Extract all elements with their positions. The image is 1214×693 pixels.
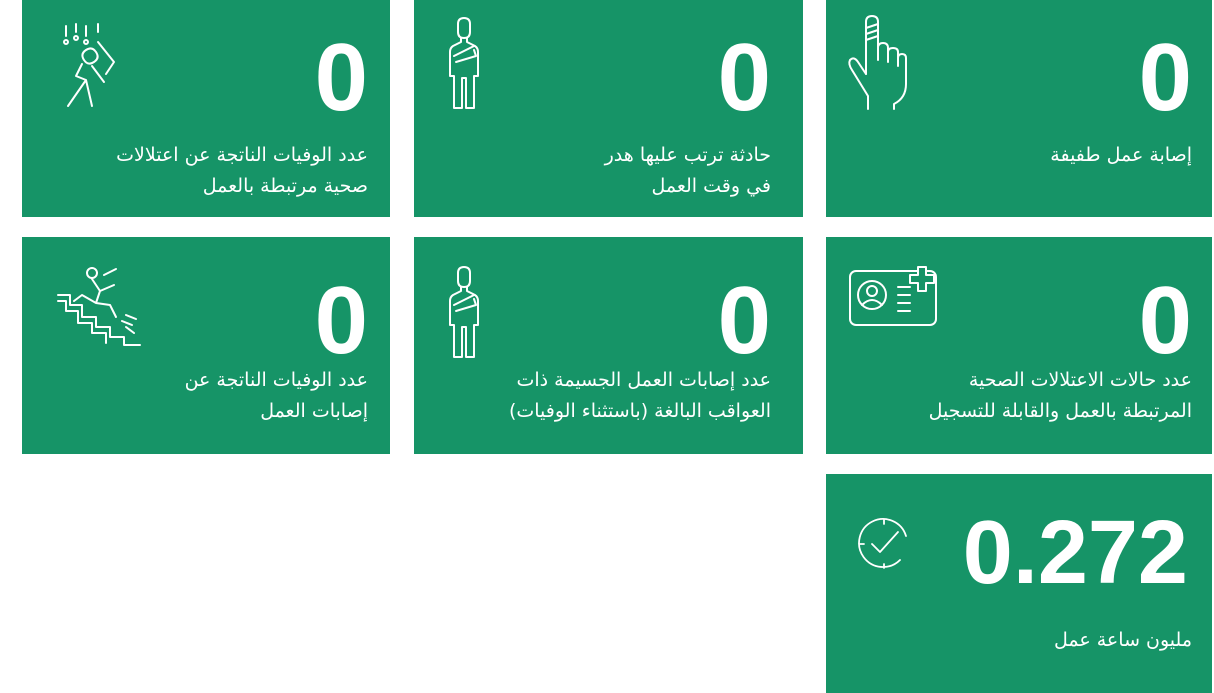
medical-id-card-icon bbox=[848, 265, 944, 329]
kpi-label-line: مليون ساعة عمل bbox=[1054, 629, 1192, 651]
kpi-label: إصابة عمل طفيفة bbox=[1050, 140, 1192, 171]
kpi-value: 0 bbox=[314, 267, 368, 374]
kpi-label-line: عدد إصابات العمل الجسيمة ذات bbox=[516, 369, 771, 391]
kpi-value: 0 bbox=[717, 267, 771, 374]
kpi-card-serious-injuries: 0 عدد إصابات العمل الجسيمة ذات العواقب ا… bbox=[414, 237, 803, 454]
kpi-label-line: عدد الوفيات الناتجة عن bbox=[184, 369, 368, 391]
kpi-card-minor-injury: 0 إصابة عمل طفيفة bbox=[826, 0, 1212, 217]
kpi-label-line: صحية مرتبطة بالعمل bbox=[202, 175, 368, 197]
kpi-label-line: في وقت العمل bbox=[651, 175, 771, 197]
kpi-label-line: حادثة ترتب عليها هدر bbox=[604, 144, 771, 166]
kpi-value: 0 bbox=[1138, 24, 1192, 131]
kpi-card-work-hours: 0.272 مليون ساعة عمل bbox=[826, 474, 1212, 693]
kpi-value: 0 bbox=[314, 24, 368, 131]
kpi-label-line: عدد الوفيات الناتجة عن اعتلالات bbox=[116, 144, 368, 166]
kpi-label-line: عدد حالات الاعتلالات الصحية bbox=[968, 369, 1192, 391]
bandaged-finger-icon bbox=[846, 14, 908, 110]
kpi-label: عدد الوفيات الناتجة عن اعتلالات صحية مرت… bbox=[116, 140, 368, 202]
kpi-value: 0.272 bbox=[962, 503, 1188, 603]
kpi-label-line: إصابات العمل bbox=[260, 400, 368, 422]
arm-sling-person-icon bbox=[448, 16, 480, 110]
kpi-value: 0 bbox=[1138, 267, 1192, 374]
arm-sling-person-icon bbox=[448, 265, 480, 359]
kpi-value: 0 bbox=[717, 24, 771, 131]
kpi-label-line: إصابة عمل طفيفة bbox=[1050, 144, 1192, 166]
kpi-label-line: المرتبطة بالعمل والقابلة للتسجيل bbox=[928, 400, 1192, 422]
kpi-label: عدد الوفيات الناتجة عن إصابات العمل bbox=[185, 365, 368, 427]
kpi-card-ill-health-cases: 0 عدد حالات الاعتلالات الصحية المرتبطة ب… bbox=[826, 237, 1212, 454]
kpi-card-injury-deaths: 0 عدد الوفيات الناتجة عن إصابات العمل bbox=[22, 237, 390, 454]
kpi-label: مليون ساعة عمل bbox=[1054, 625, 1192, 656]
falling-objects-person-icon bbox=[62, 22, 124, 112]
kpi-label-line: العواقب البالغة (باستثناء الوفيات) bbox=[508, 400, 771, 422]
kpi-card-ill-health-deaths: 0 عدد الوفيات الناتجة عن اعتلالات صحية م… bbox=[22, 0, 390, 217]
kpi-label: حادثة ترتب عليها هدر في وقت العمل bbox=[605, 140, 771, 202]
kpi-label: عدد حالات الاعتلالات الصحية المرتبطة بال… bbox=[929, 365, 1192, 427]
clock-check-icon bbox=[854, 514, 914, 574]
stairs-fall-icon bbox=[56, 265, 146, 347]
kpi-card-lost-time-accident: 0 حادثة ترتب عليها هدر في وقت العمل bbox=[414, 0, 803, 217]
kpi-label: عدد إصابات العمل الجسيمة ذات العواقب الب… bbox=[509, 365, 771, 427]
